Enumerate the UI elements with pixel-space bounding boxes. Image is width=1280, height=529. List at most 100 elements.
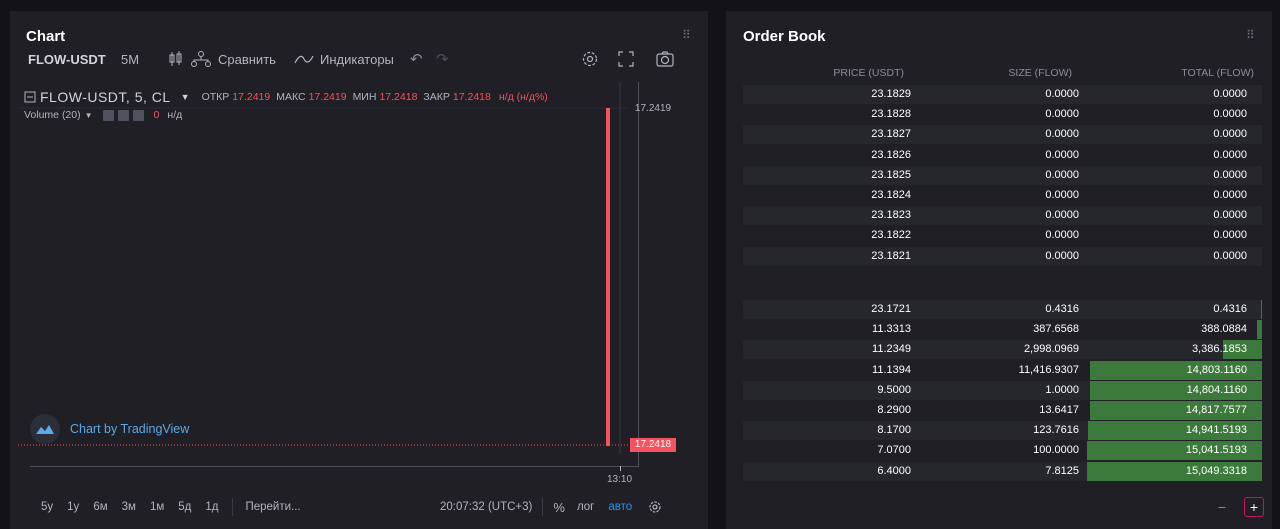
price-chart[interactable]	[18, 82, 628, 454]
ask-price-cell: 23.1824	[871, 189, 911, 201]
price-axis-border	[638, 82, 639, 467]
ask-price-cell: 23.1823	[871, 209, 911, 222]
volume-label[interactable]: Volume (20)	[24, 109, 81, 121]
range-bar: 5y 1y 6м 3м 1м 5д 1д Перейти...	[41, 498, 301, 516]
bid-row[interactable]: 9.5000 1.0000 14,804.1160	[743, 380, 1262, 400]
ask-total-cell: 0.0000	[1213, 209, 1247, 222]
indicators-label: Индикаторы	[320, 51, 394, 67]
range-5d-button[interactable]: 5д	[178, 501, 191, 513]
eye-icon[interactable]	[102, 109, 114, 121]
zoom-in-button[interactable]: +	[1244, 497, 1264, 517]
close-icon[interactable]	[132, 109, 144, 121]
bid-row[interactable]: 11.1394 11,416.9307 14,803.1160	[743, 360, 1262, 380]
bid-price-cell: 8.1700	[877, 424, 911, 437]
ask-price-cell: 23.1825	[871, 168, 911, 181]
volume-suffix: н/д	[167, 109, 183, 121]
ask-row[interactable]: 23.1821 0.0000 0.0000	[743, 246, 1262, 266]
bid-row[interactable]: 8.1700 123.7616 14,941.5193	[743, 421, 1262, 441]
close-label: ЗАКР	[423, 91, 450, 103]
ask-row[interactable]: 23.1824 0.0000 0.0000	[743, 186, 1262, 205]
ask-total-cell: 0.0000	[1213, 189, 1247, 201]
ask-price-cell: 23.1828	[871, 108, 911, 121]
bid-row[interactable]: 11.2349 2,998.0969 3,386.1853	[743, 340, 1262, 360]
low-value: 17.2418	[379, 91, 418, 103]
range-5y-button[interactable]: 5y	[41, 501, 53, 513]
compare-button[interactable]: Сравнить	[190, 48, 276, 70]
legend-symbol[interactable]: FLOW-USDT, 5, CL	[40, 89, 171, 105]
ask-row[interactable]: 23.1825 0.0000 0.0000	[743, 165, 1262, 185]
size-column-header: SIZE (FLOW)	[1008, 67, 1072, 79]
bid-size-cell: 11,416.9307	[1018, 363, 1079, 376]
redo-icon[interactable]: ↷	[436, 48, 449, 70]
chevron-down-icon[interactable]: ▼	[181, 92, 190, 102]
bid-size-cell: 0.4316	[1045, 303, 1079, 315]
tradingview-watermark[interactable]: Chart by TradingView	[30, 414, 189, 444]
ask-size-cell: 0.0000	[1045, 108, 1079, 121]
drag-handle-icon[interactable]: ⠿	[1246, 29, 1255, 41]
camera-icon[interactable]	[655, 49, 675, 69]
ask-total-cell: 0.0000	[1213, 249, 1247, 262]
high-value: 17.2419	[308, 91, 347, 103]
interval-button[interactable]: 5M	[121, 48, 139, 70]
zoom-out-button[interactable]: −	[1212, 497, 1232, 517]
depth-bar	[1261, 300, 1262, 319]
ask-size-cell: 0.0000	[1045, 148, 1079, 161]
bid-price-cell: 8.2900	[877, 404, 911, 416]
clock-label[interactable]: 20:07:32 (UTC+3)	[440, 501, 532, 513]
panel-title: Chart	[26, 28, 66, 45]
range-1m-button[interactable]: 1м	[150, 501, 164, 513]
symbol-search-button[interactable]: FLOW-USDT	[28, 48, 106, 70]
bid-size-cell: 1.0000	[1045, 383, 1079, 396]
range-3m-button[interactable]: 3м	[122, 501, 136, 513]
bid-row[interactable]: 11.3313 387.6568 388.0884	[743, 320, 1262, 340]
settings-gear-icon[interactable]	[648, 500, 662, 514]
undo-icon[interactable]: ↶	[410, 48, 423, 70]
volume-legend: Volume (20) ▼ 0 н/д	[24, 109, 182, 121]
bid-row[interactable]: 6.4000 7.8125 15,049.3318	[743, 461, 1262, 481]
ask-price-cell: 23.1827	[871, 128, 911, 141]
bid-row[interactable]: 23.1721 0.4316 0.4316	[743, 300, 1262, 319]
compare-icon	[191, 51, 211, 67]
percent-toggle[interactable]: %	[553, 500, 565, 515]
divider	[232, 498, 234, 516]
ask-row[interactable]: 23.1828 0.0000 0.0000	[743, 105, 1262, 124]
ask-total-cell: 0.0000	[1213, 229, 1247, 242]
ask-price-cell: 23.1822	[871, 229, 911, 242]
bid-row[interactable]: 8.2900 13.6417 14,817.7577	[743, 401, 1262, 420]
bid-row[interactable]: 7.0700 100.0000 15,041.5193	[743, 441, 1262, 461]
auto-toggle[interactable]: авто	[608, 501, 632, 513]
total-column-header: TOTAL (FLOW)	[1181, 67, 1254, 79]
change-value: н/д (н/д%)	[498, 91, 548, 103]
bid-total-cell: 388.0884	[1201, 323, 1247, 336]
bid-size-cell: 123.7616	[1033, 424, 1079, 437]
ask-row[interactable]: 23.1823 0.0000 0.0000	[743, 206, 1262, 226]
fullscreen-icon[interactable]	[616, 49, 636, 69]
ask-total-cell: 0.0000	[1213, 108, 1247, 121]
ask-row[interactable]: 23.1829 0.0000 0.0000	[743, 85, 1262, 104]
tradingview-logo-icon	[30, 414, 60, 444]
bid-total-cell: 14,803.1160	[1186, 363, 1247, 376]
bid-price-cell: 11.1394	[872, 363, 911, 376]
goto-date-button[interactable]: Перейти...	[245, 501, 300, 513]
watermark-text: Chart by TradingView	[70, 422, 190, 436]
candle-body	[606, 108, 610, 446]
range-1y-button[interactable]: 1y	[67, 501, 79, 513]
bid-size-cell: 2,998.0969	[1023, 343, 1079, 356]
bid-size-cell: 100.0000	[1033, 444, 1079, 457]
settings-icon[interactable]	[117, 109, 129, 121]
bid-total-cell: 3,386.1853	[1191, 343, 1247, 356]
range-1d-button[interactable]: 1д	[205, 501, 218, 513]
collapse-icon[interactable]	[24, 91, 36, 103]
chevron-down-icon[interactable]: ▼	[85, 111, 93, 120]
log-toggle[interactable]: лог	[577, 501, 594, 513]
bid-price-cell: 23.1721	[871, 303, 911, 315]
candle-style-icon[interactable]	[166, 49, 186, 69]
ask-row[interactable]: 23.1822 0.0000 0.0000	[743, 226, 1262, 245]
bid-size-cell: 13.6417	[1039, 404, 1079, 416]
settings-gear-icon[interactable]	[580, 49, 600, 69]
ask-row[interactable]: 23.1827 0.0000 0.0000	[743, 125, 1262, 145]
ask-row[interactable]: 23.1826 0.0000 0.0000	[743, 146, 1262, 165]
indicators-button[interactable]: Индикаторы	[294, 48, 394, 70]
range-6m-button[interactable]: 6м	[93, 501, 107, 513]
drag-handle-icon[interactable]: ⠿	[682, 29, 691, 41]
